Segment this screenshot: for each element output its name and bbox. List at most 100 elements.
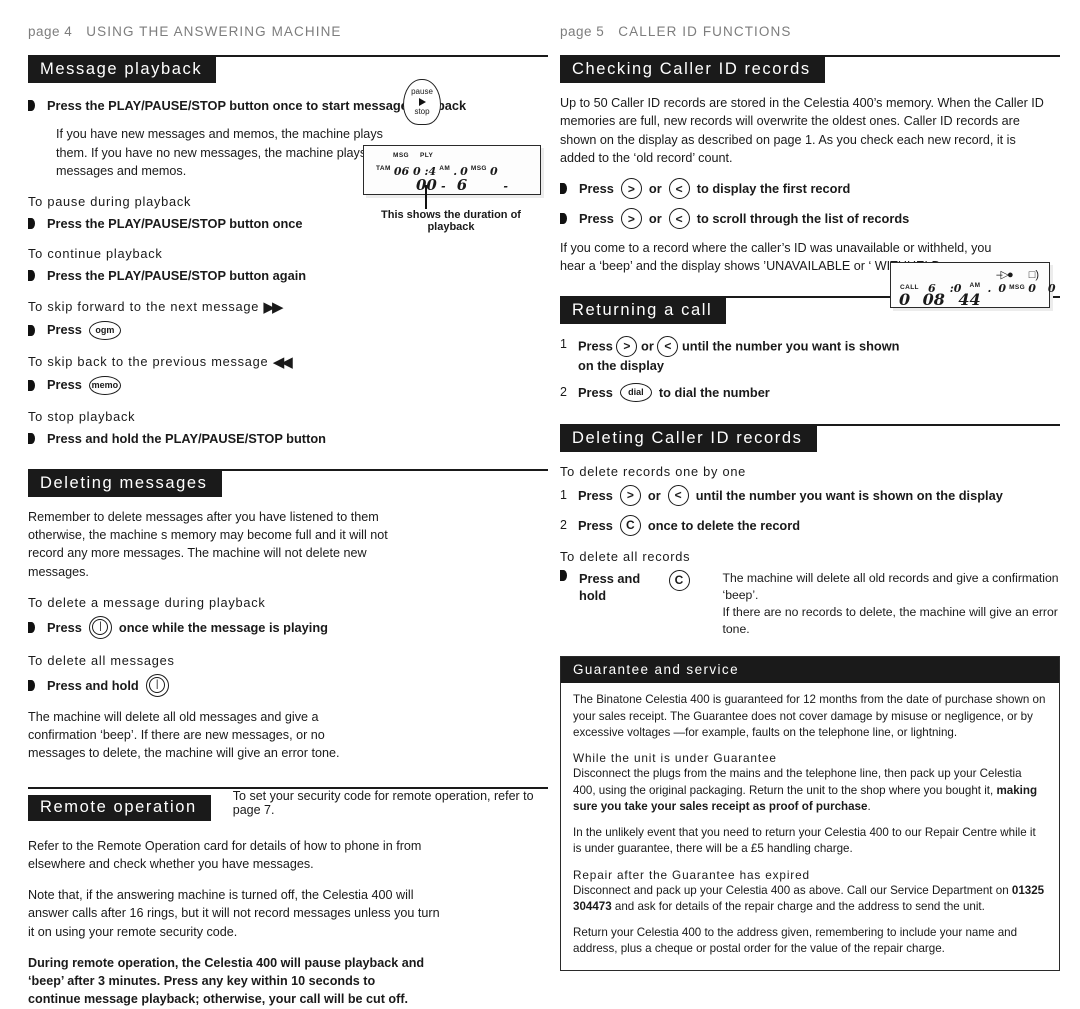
action-label-pre: Press [578, 487, 613, 503]
bullet-icon [28, 621, 35, 633]
arrow-left-button-icon[interactable]: < [657, 335, 679, 357]
arrow-left-button-icon[interactable]: < [668, 208, 690, 229]
lcd-dot: . [987, 282, 992, 295]
arrow-left-button-icon[interactable]: < [667, 484, 689, 506]
memo-button-icon[interactable]: memo [88, 375, 121, 395]
subhead-skip-back: To skip back to the previous message ◀◀ [28, 354, 548, 370]
arrow-right-button-icon[interactable]: > [616, 335, 638, 357]
lcd-number-row: 0 08 44 [899, 290, 981, 310]
subhead-stop-playback: To stop playback [28, 408, 136, 424]
action-label: Press and hold the PLAY/PAUSE/STOP butto… [47, 430, 326, 446]
section-checking-caller-id: Checking Caller ID records Up to 50 Call… [560, 55, 1060, 276]
section-title-checking-caller-id: Checking Caller ID records [560, 57, 825, 83]
subhead-label: To skip back to the previous message [28, 353, 269, 369]
arrow-right-button-icon[interactable]: > [620, 178, 642, 199]
action-label-post: to scroll through the list of records [696, 210, 910, 226]
lcd-number-1: 0 [899, 290, 911, 309]
guarantee-p4-a: Disconnect and pack up your Celestia 400… [573, 883, 1012, 897]
section-header: Checking Caller ID records [560, 57, 1060, 83]
right-running-head: page 5 CALLER ID FUNCTIONS [560, 0, 1060, 39]
action-label: Press the PLAY/PAUSE/STOP button again [47, 268, 307, 284]
bullet-icon [28, 324, 35, 336]
lcd-am-label: AM [439, 165, 451, 172]
delete-button-icon[interactable]: | [145, 673, 169, 697]
action-delete-all: Press and hold | [28, 673, 548, 697]
bullet-icon [560, 569, 567, 581]
arrow-right-button-icon[interactable]: > [620, 208, 642, 229]
section-deleting-messages: Deleting messages Remember to delete mes… [28, 468, 548, 763]
fast-forward-icon: ▶▶ [263, 298, 283, 316]
section-returning-a-call: Returning a call 1 Press > or < until th… [560, 295, 1060, 402]
action-label: Press [47, 322, 82, 338]
lcd-display-playback: MSG PLY TAM 06 0 :4 AM . 0 MSG 0 00 - 6 … [363, 145, 541, 233]
lcd-a3: 0 [998, 282, 1007, 295]
speaker-icon: □) [1028, 269, 1039, 281]
lcd-number-3: 44 [958, 290, 981, 309]
subhead-label: To skip forward to the next message [28, 298, 260, 314]
lcd-display-caller-id: –▷● □) CALL 6 :0 AM . 0 MSG 0 0 0 08 44 [890, 262, 1056, 310]
action-label-post: once to delete the record [647, 517, 801, 533]
action-label: Press [47, 377, 82, 393]
guarantee-body: The Binatone Celestia 400 is guaranteed … [561, 683, 1059, 969]
right-page-title: CALLER ID FUNCTIONS [618, 24, 792, 39]
guarantee-subhead-expired: Repair after the Guarantee has expired [573, 867, 810, 882]
guarantee-paragraph-5: Return your Celestia 400 to the address … [573, 925, 1018, 956]
action-scroll-records: Press > or < to scroll through the list … [560, 208, 1060, 229]
action-delete-all-records: Press and hold C The machine will delete… [560, 569, 1060, 638]
arrow-left-button-icon[interactable]: < [668, 178, 690, 199]
lcd-a5: 0 [1047, 282, 1056, 295]
bullet-icon [28, 679, 35, 691]
left-running-head: page 4 USING THE ANSWERING MACHINE [28, 0, 548, 39]
action-label-pre: Press [579, 180, 614, 196]
action-label-post: to dial the number [658, 384, 770, 400]
right-page-number: page 5 [560, 24, 605, 39]
paragraph-caller-id-intro: Up to 50 Caller ID records are stored in… [560, 96, 1044, 165]
action-or: or [641, 338, 654, 353]
play-triangle-icon [418, 98, 426, 106]
lcd-msg-label: MSG [393, 152, 410, 159]
action-label-pre: Press and hold [47, 677, 139, 693]
right-page-column: page 5 CALLER ID FUNCTIONS Checking Call… [560, 0, 1060, 971]
ogm-button-icon[interactable]: ogm [88, 320, 121, 340]
action-label-pre: Press and hold [579, 570, 641, 604]
bullet-icon [28, 379, 35, 391]
section-title-remote-operation: Remote operation [28, 794, 211, 821]
bullet-icon [560, 213, 567, 224]
bullet-icon [28, 270, 35, 282]
dial-button-icon[interactable]: dial [619, 382, 652, 402]
note-delete-all-2: If there are no records to delete, the m… [722, 604, 1058, 636]
action-label-post: once while the message is playing [118, 619, 328, 635]
step-1-select-number: 1 Press > or < until the number you want… [560, 335, 1060, 374]
guarantee-paragraph-2: Disconnect the plugs from the mains and … [573, 766, 1047, 815]
lcd-msg-label: MSG [1009, 284, 1026, 291]
clear-button-icon[interactable]: C [619, 514, 641, 536]
subhead-continue-playback: To continue playback [28, 246, 163, 262]
delete-button-icon[interactable]: | [88, 615, 112, 639]
lcd-a4: 0 [1028, 282, 1036, 295]
action-label: Press the PLAY/PAUSE/STOP button once [47, 216, 303, 232]
arrow-right-button-icon[interactable]: > [619, 484, 641, 506]
lcd-msg-label-2: MSG [470, 165, 487, 172]
lcd-duration-value-2: 6 [456, 176, 468, 194]
paragraph-remote-2: Note that, if the answering machine is t… [28, 888, 440, 939]
subhead-delete-during-playback: To delete a message during playback [28, 594, 266, 610]
action-or: or [648, 180, 662, 196]
action-label-pre: Press [578, 384, 613, 400]
note-delete-all-1: The machine will delete all old records … [722, 570, 1059, 602]
action-press-ogm: Press ogm [28, 320, 548, 340]
step-number: 1 [560, 487, 567, 502]
delete-glyph: | [149, 677, 166, 694]
left-page-title: USING THE ANSWERING MACHINE [86, 24, 342, 39]
play-pause-stop-button-icon[interactable]: pause stop [403, 79, 441, 125]
action-start-playback: Press the PLAY/PAUSE/STOP button once to… [28, 97, 548, 114]
paragraph-delete-intro: Remember to delete messages after you ha… [28, 509, 388, 579]
bullet-icon [28, 432, 35, 444]
manual-page-spread: page 4 USING THE ANSWERING MACHINE Messa… [0, 0, 1080, 1006]
guarantee-subhead-under-guarantee: While the unit is under Guarantee [573, 751, 777, 766]
action-label-pre: Press [578, 517, 613, 533]
guarantee-paragraph-3: In the unlikely event that you need to r… [573, 825, 1036, 856]
action-label-post: to display the first record [696, 180, 851, 196]
lcd-caption: This shows the duration of playback [381, 209, 521, 233]
lcd-caption-leader [425, 185, 427, 209]
clear-button-icon[interactable]: C [668, 569, 690, 591]
